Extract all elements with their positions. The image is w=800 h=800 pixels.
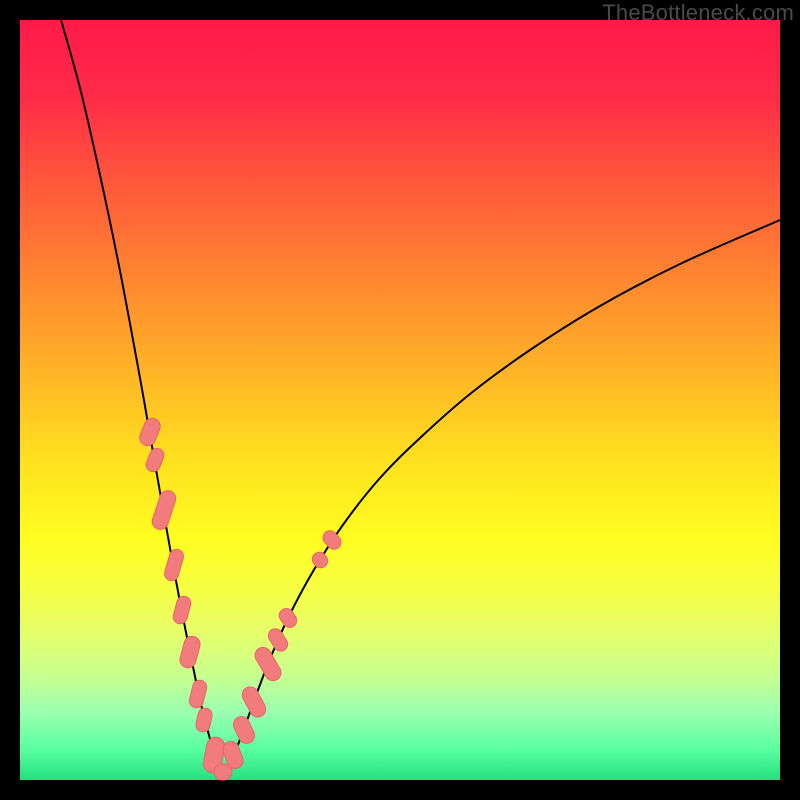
marker-12 (239, 684, 268, 720)
curves-group (61, 20, 780, 773)
curve-curve-left (61, 20, 222, 773)
marker-0 (137, 416, 162, 448)
marker-11 (231, 714, 257, 746)
chart-svg (20, 20, 780, 780)
marker-3 (163, 548, 185, 583)
marker-7 (195, 707, 214, 733)
marker-2 (150, 489, 178, 532)
plot-area (20, 20, 780, 780)
marker-1 (144, 446, 166, 473)
marker-17 (320, 528, 344, 552)
marker-16 (309, 549, 330, 570)
marker-15 (277, 606, 300, 630)
marker-4 (172, 595, 193, 626)
marker-6 (188, 679, 208, 710)
markers-group (137, 416, 344, 780)
chart-frame: TheBottleneck.com (0, 0, 800, 800)
curve-curve-right (222, 220, 780, 773)
marker-5 (178, 634, 202, 669)
